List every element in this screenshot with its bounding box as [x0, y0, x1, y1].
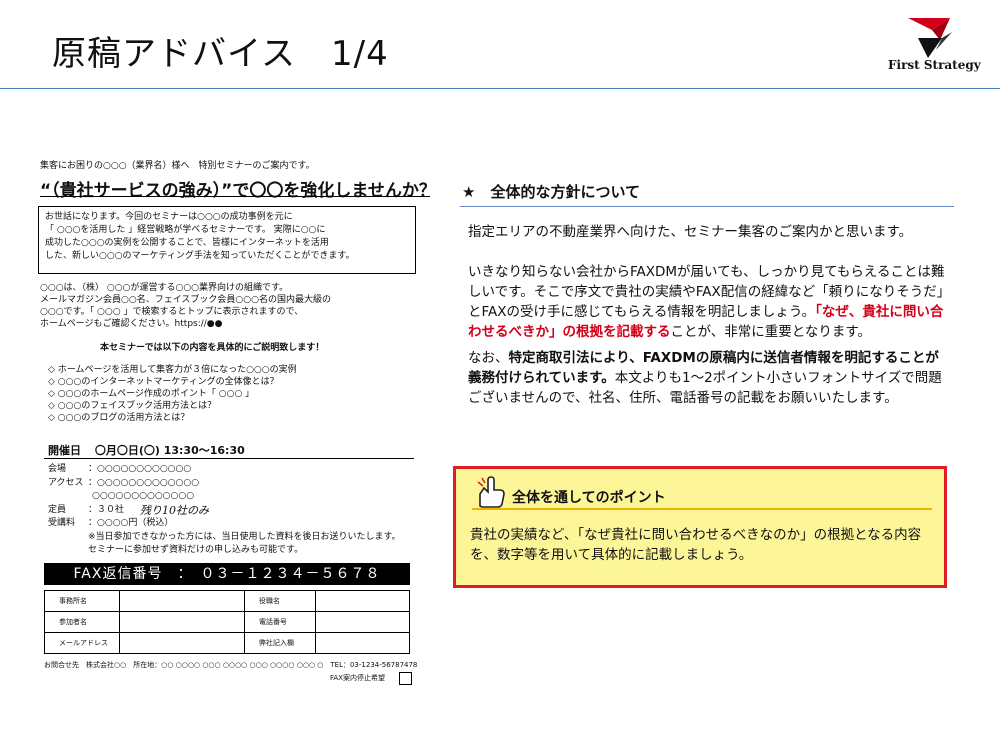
reply-form: 事務所名 役職名 参加者名 電話番号 メールアドレス 弊社記入欄 [44, 590, 410, 654]
advice-paragraph-2: いきなり知らない会社からFAXDMが届いても、しっかり見てもらえることは難しいで… [468, 262, 948, 342]
advice-paragraph-3: なお、特定商取引法により、FAXDMの原稿内に送信者情報を明記することが義務付け… [468, 348, 948, 408]
access-value-2: ○○○○○○○○○○○○○ [92, 491, 195, 501]
company-line: ○○○は、（株） ○○○が運営する○○○業界向けの組織です。 [40, 283, 289, 293]
form-field-company[interactable] [119, 590, 245, 612]
bullet-item: ◇ ○○○のフェイスブック活用方法とは？ [48, 401, 217, 411]
form-field-position[interactable] [315, 590, 410, 612]
fax-number-bar: FAX返信番号 ： ０３－１２３４－５６７８ [44, 563, 410, 585]
logo-text: First Strategy [888, 58, 981, 72]
fax-stop-checkbox[interactable] [399, 672, 412, 685]
venue-value: ：○○○○○○○○○○○○ [88, 464, 192, 474]
header-divider [0, 88, 1000, 89]
advice-p3-text: なお、 [468, 350, 509, 366]
greeting-line: お世話になります。今回のセミナーは○○○の成功事例を元に [45, 212, 293, 222]
capacity-label: 定員 [48, 505, 67, 515]
bullet-item: ◇ ○○○のホームページ作成のポイント「 ○○○ 」 [48, 389, 255, 399]
fee-value: ：○○○○円（税込） [88, 518, 174, 528]
advice-p2-tail: ことが、非常に重要となります。 [670, 324, 871, 340]
bullet-item: ◇ ホームページを活用して集客力が３倍になった○○○の実例 [48, 365, 297, 375]
form-label-stamp: 弊社記入欄 [244, 632, 316, 654]
date-label: 開催日 [48, 444, 81, 457]
contact-line: お問合せ先 株式会社○○ 所在地：○○ ○○○○ ○○○ ○○○○ ○○○ ○○… [44, 661, 418, 669]
bullet-item: ◇ ○○○のブログの活用方法とは？ [48, 413, 190, 423]
callout-body: 貴社の実績など、「なぜ貴社に問い合わせるべきなのか」の根拠となる内容を、数字等を… [470, 527, 922, 563]
page-title: 原稿アドバイス 1/4 [52, 34, 389, 74]
note-line: セミナーに参加せず資料だけの申し込みも可能です。 [88, 545, 304, 555]
form-field-phone[interactable] [315, 611, 410, 633]
capacity-value: ：３０社 [88, 505, 125, 515]
callout-divider [472, 508, 932, 510]
form-label-attendee: 参加者名 [44, 611, 120, 633]
bullet-list: ◇ ホームページを活用して集客力が３倍になった○○○の実例 ◇ ○○○のインター… [48, 364, 297, 424]
headline-underline [40, 196, 430, 197]
capacity-handwritten-note: 残り10社のみ [140, 504, 209, 517]
form-label-position: 役職名 [244, 590, 316, 612]
greeting-line: 成功した○○○の実例を公開することで、皆様にインターネットを活用 [45, 238, 329, 248]
form-field-stamp[interactable] [315, 632, 410, 654]
advice-paragraph-1: 指定エリアの不動産業界へ向けた、セミナー集客のご案内かと思います。 [468, 224, 913, 240]
company-line: ホームページもご確認ください。https://●● [40, 319, 223, 329]
callout-title: 全体を通してのポイント [512, 490, 666, 506]
company-line: メールマガジン会員○○名、フェイスブック会員○○○名の国内最大級の [40, 295, 331, 305]
form-label-phone: 電話番号 [244, 611, 316, 633]
fee-label: 受講料 [48, 518, 76, 528]
section-divider [460, 206, 954, 207]
fax-intro: 集客にお困りの○○○（業界名）様へ 特別セミナーのご案内です。 [40, 161, 315, 171]
company-line: ○○○です。「 ○○○ 」で検索するとトップに表示されますので、 [40, 307, 304, 317]
form-field-email[interactable] [119, 632, 245, 654]
event-date: 開催日 〇月〇日(〇) 13:30～16:30 [48, 442, 245, 458]
form-field-attendee[interactable] [119, 611, 245, 633]
greeting-line: した、新しい○○○のマーケティング手法を知っていただくことができます。 [45, 251, 355, 261]
form-label-company: 事務所名 [44, 590, 120, 612]
access-label: アクセス [48, 478, 84, 488]
company-description: ○○○は、（株） ○○○が運営する○○○業界向けの組織です。 メールマガジン会員… [40, 282, 331, 330]
date-underline [44, 458, 414, 459]
content-title: 本セミナーでは以下の内容を具体的にご説明致します！ [100, 343, 325, 353]
greeting-box: お世話になります。今回のセミナーは○○○の成功事例を元に 「 ○○○を活用した … [38, 206, 416, 274]
access-value: ：○○○○○○○○○○○○○ [88, 478, 200, 488]
date-value: 〇月〇日(〇) 13:30～16:30 [94, 444, 245, 457]
pointing-hand-icon [477, 476, 505, 508]
note-line: ※当日参加できなかった方には、当日使用した資料を後日お送りいたします。 [88, 532, 401, 542]
venue-label: 会場 [48, 464, 67, 474]
fax-stop-label: FAX案内停止希望 [330, 674, 385, 682]
bullet-item: ◇ ○○○のインターネットマーケティングの全体像とは？ [48, 377, 279, 387]
section-title: ★ 全体的な方針について [462, 183, 640, 201]
greeting-line: 「 ○○○を活用した 」経営戦略が学べるセミナーです。 実際に○○に [45, 225, 326, 235]
fax-headline: “（貴社サービスの強み）”で〇〇を強化しませんか？ [40, 181, 436, 201]
form-label-email: メールアドレス [44, 632, 120, 654]
